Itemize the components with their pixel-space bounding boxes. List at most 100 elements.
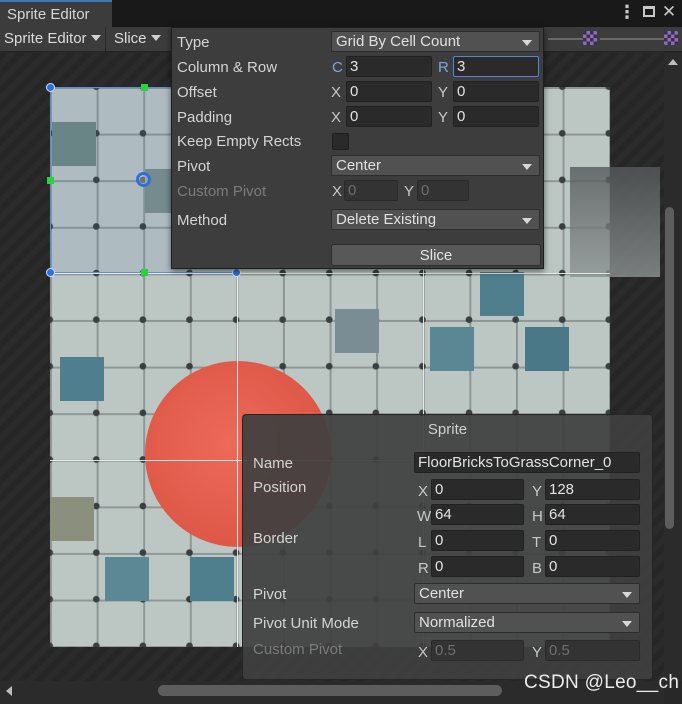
pivot-unit-mode-label: Pivot Unit Mode — [253, 615, 359, 632]
chevron-down-icon — [522, 218, 532, 224]
type-label: Type — [177, 34, 210, 51]
pos-w-axis-label: W — [417, 508, 432, 525]
padding-y-axis-label: Y — [438, 109, 449, 126]
custom-pivot-label: Custom Pivot — [177, 183, 267, 200]
method-label: Method — [177, 212, 228, 229]
resize-handle-top-left[interactable] — [46, 83, 55, 92]
kebab-menu-icon[interactable]: ⋮ — [618, 3, 636, 21]
border-r-axis-label: R — [418, 560, 429, 577]
border-t-field[interactable]: 0 — [545, 530, 640, 551]
pos-x-axis-label: X — [418, 483, 429, 500]
mip-slider-track[interactable] — [600, 38, 664, 40]
padding-y-field[interactable]: 0 — [453, 106, 539, 127]
texture-tile — [50, 497, 94, 541]
mip-level-icon[interactable] — [664, 31, 678, 45]
custom-pivot-x-field: 0 — [344, 180, 398, 201]
slice-popup: Type Grid By Cell Count Column & Row C 3… — [171, 27, 544, 269]
sprite-inspector-panel: Sprite Name FloorBricksToGrassCorner_0 P… — [242, 414, 653, 680]
offset-x-field[interactable]: 0 — [346, 81, 432, 102]
scroll-left-icon[interactable] — [6, 686, 12, 696]
scroll-up-icon[interactable] — [668, 59, 678, 65]
vertical-scrollbar[interactable] — [664, 53, 682, 681]
method-dropdown[interactable]: Delete Existing — [331, 209, 540, 230]
zoom-slider-track[interactable] — [548, 38, 588, 40]
vertical-scroll-thumb[interactable] — [665, 207, 674, 529]
offset-y-field[interactable]: 0 — [453, 81, 539, 102]
pos-h-field[interactable]: 64 — [545, 504, 640, 525]
pivot-label: Pivot — [177, 158, 211, 175]
offset-x-axis-label: X — [331, 84, 342, 101]
border-l-field[interactable]: 0 — [431, 530, 524, 551]
chevron-down-icon — [622, 592, 632, 598]
border-t-axis-label: T — [532, 534, 542, 551]
close-icon[interactable]: ✕ — [660, 3, 678, 21]
alpha-toggle-icon[interactable] — [583, 31, 597, 45]
maximize-icon[interactable] — [640, 3, 658, 21]
name-label: Name — [253, 455, 294, 472]
method-row: Method Delete Existing — [172, 209, 543, 231]
resize-handle-left[interactable] — [47, 177, 54, 184]
border-r-field[interactable]: 0 — [431, 556, 524, 577]
texture-tile — [60, 357, 104, 401]
pivot-row: Pivot Center — [172, 155, 543, 177]
padding-x-field[interactable]: 0 — [346, 106, 432, 127]
row-count-field[interactable]: 3 — [453, 56, 539, 77]
chevron-down-icon — [522, 40, 532, 46]
padding-label: Padding — [177, 109, 233, 126]
custom-pivot-row: Custom Pivot X 0 Y 0 — [172, 180, 543, 202]
texture-tile — [190, 557, 234, 601]
custom-pivot-y-axis-label: Y — [404, 183, 415, 200]
sprite-panel-title: Sprite — [427, 421, 468, 438]
pivot-unit-mode-dropdown[interactable]: Normalized — [414, 612, 640, 633]
offset-label: Offset — [177, 84, 217, 101]
sprite-editor-dropdown[interactable]: Sprite Editor — [0, 27, 106, 51]
pivot-dropdown[interactable]: Center — [331, 155, 540, 176]
method-dropdown-value: Delete Existing — [336, 211, 437, 228]
offset-y-axis-label: Y — [438, 84, 449, 101]
type-dropdown-value: Grid By Cell Count — [336, 33, 461, 50]
type-dropdown[interactable]: Grid By Cell Count — [331, 31, 540, 52]
pos-y-field[interactable]: 128 — [545, 479, 640, 500]
sprite-pivot-label: Pivot — [253, 586, 287, 603]
slice-dropdown[interactable]: Slice — [110, 27, 170, 51]
border-b-field[interactable]: 0 — [545, 556, 640, 577]
texture-tile — [105, 557, 149, 601]
column-row-label: Column & Row — [177, 59, 278, 76]
position-label: Position — [253, 479, 307, 496]
sprite-custom-pivot-y-axis-label: Y — [532, 644, 543, 661]
tab-sprite-editor[interactable]: Sprite Editor — [0, 0, 112, 27]
sprite-pivot-dropdown-value: Center — [419, 585, 465, 602]
keep-empty-checkbox[interactable] — [332, 133, 349, 150]
column-row-row: Column & Row C 3 R 3 — [172, 56, 543, 78]
resize-handle-bottom-right[interactable] — [232, 268, 241, 277]
texture-tile — [480, 272, 524, 316]
type-row: Type Grid By Cell Count — [172, 31, 543, 53]
pos-h-axis-label: H — [532, 508, 543, 525]
chevron-down-icon — [522, 164, 532, 170]
window-tab-bar: Sprite Editor ⋮ ✕ — [0, 0, 682, 27]
texture-tile — [525, 327, 569, 371]
sprite-editor-dropdown-label: Sprite Editor — [4, 30, 87, 47]
border-label: Border — [253, 530, 299, 547]
pivot-dropdown-value: Center — [336, 157, 382, 174]
slice-grid-line — [50, 273, 610, 274]
resize-handle-bottom-left[interactable] — [46, 268, 55, 277]
horizontal-scroll-thumb[interactable] — [158, 685, 502, 696]
sprite-custom-pivot-x-field: 0.5 — [431, 640, 524, 661]
keep-empty-label: Keep Empty Rects — [177, 133, 302, 150]
sprite-custom-pivot-label: Custom Pivot — [253, 641, 343, 658]
resize-handle-top[interactable] — [141, 84, 148, 91]
custom-pivot-x-axis-label: X — [332, 183, 343, 200]
sprite-pivot-dropdown[interactable]: Center — [414, 583, 640, 604]
pos-x-field[interactable]: 0 — [431, 479, 524, 500]
texture-dark-corner — [570, 167, 660, 277]
pos-w-field[interactable]: 64 — [431, 504, 524, 525]
sprite-name-field[interactable]: FloorBricksToGrassCorner_0 — [414, 452, 640, 473]
column-count-field[interactable]: 3 — [346, 56, 432, 77]
keep-empty-row: Keep Empty Rects — [172, 130, 543, 152]
chevron-down-icon — [150, 35, 161, 41]
pivot-handle-icon[interactable] — [136, 172, 151, 187]
resize-handle-bottom[interactable] — [141, 269, 148, 276]
slice-button[interactable]: Slice — [331, 244, 541, 266]
row-axis-label: R — [438, 59, 449, 76]
